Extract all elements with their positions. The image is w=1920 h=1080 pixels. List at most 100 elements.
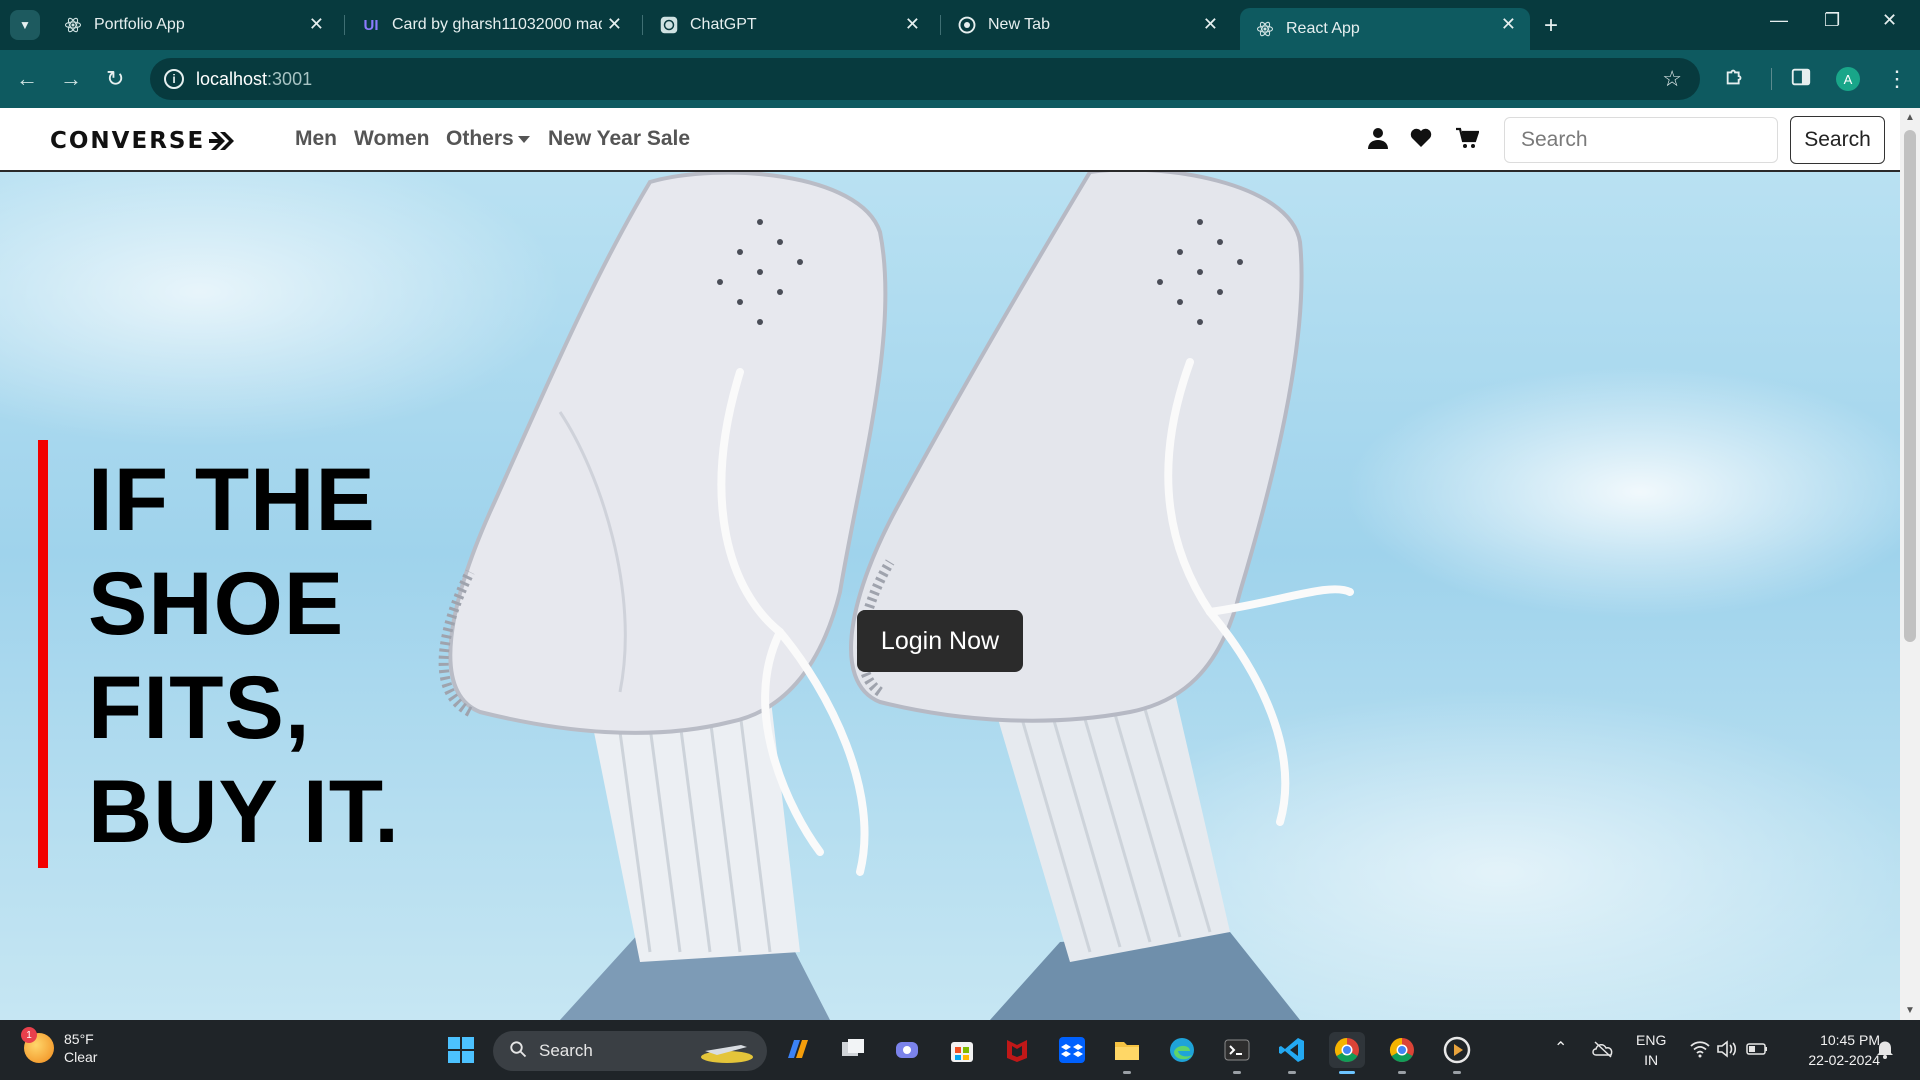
- tab-separator: [940, 15, 941, 35]
- nav-link-men[interactable]: Men: [295, 127, 337, 151]
- search-icon: [509, 1040, 527, 1063]
- page-viewport: CONVERSE Men Women Others New Year Sale …: [0, 108, 1900, 1020]
- weather-widget[interactable]: 1 85°F Clear: [21, 1027, 98, 1066]
- caret-down-icon: [517, 135, 530, 143]
- chevron-up-icon[interactable]: ⌃: [1554, 1038, 1567, 1058]
- tab-uiverse-card[interactable]: UI Card by gharsh11032000 made ✕: [346, 8, 636, 42]
- extensions-puzzle-icon[interactable]: [1724, 66, 1746, 94]
- hero-slogan: IF THE SHOE FITS, BUY IT.: [88, 447, 400, 863]
- tab-chatgpt[interactable]: ChatGPT ✕: [644, 8, 934, 42]
- mcafee-icon[interactable]: [999, 1032, 1035, 1068]
- side-panel-icon[interactable]: [1790, 66, 1812, 94]
- close-icon[interactable]: ✕: [905, 14, 920, 35]
- wifi-icon[interactable]: [1690, 1040, 1710, 1061]
- microsoft-store-icon[interactable]: [944, 1032, 980, 1068]
- close-icon[interactable]: ✕: [309, 14, 324, 35]
- chrome-taskbar-icon[interactable]: [1329, 1032, 1365, 1074]
- nav-dropdown-others[interactable]: Others: [446, 127, 530, 151]
- menu-kebab-icon[interactable]: ⋮: [1886, 66, 1908, 92]
- slogan-line: BUY IT.: [88, 761, 400, 861]
- profile-avatar[interactable]: A: [1836, 67, 1860, 91]
- tab-portfolio-app[interactable]: Portfolio App ✕: [48, 8, 338, 42]
- tab-title: Portfolio App: [94, 16, 185, 33]
- bookmark-star-icon[interactable]: ☆: [1662, 66, 1682, 92]
- language-indicator[interactable]: ENG IN: [1636, 1030, 1666, 1070]
- hero-banner: IF THE SHOE FITS, BUY IT. Login Now: [0, 172, 1900, 1020]
- uiverse-icon: UI: [363, 16, 379, 34]
- close-icon[interactable]: ✕: [1203, 14, 1218, 35]
- page-scrollbar[interactable]: ▲ ▼: [1900, 108, 1920, 1020]
- tab-new-tab[interactable]: New Tab ✕: [942, 8, 1232, 42]
- window-close-icon[interactable]: ✕: [1882, 10, 1897, 31]
- reload-icon[interactable]: ↻: [106, 66, 124, 92]
- tab-separator: [344, 15, 345, 35]
- brand-logo[interactable]: CONVERSE: [50, 128, 235, 154]
- tab-title: React App: [1286, 20, 1360, 37]
- file-explorer-icon[interactable]: [1109, 1032, 1145, 1074]
- chrome-icon: [958, 16, 976, 34]
- tab-react-app[interactable]: React App ✕: [1240, 8, 1530, 50]
- scroll-up-arrow-icon[interactable]: ▲: [1905, 112, 1915, 123]
- copilot-icon[interactable]: [780, 1032, 816, 1068]
- slogan-line: IF THE: [88, 449, 376, 549]
- restore-icon[interactable]: ❐: [1824, 10, 1840, 31]
- close-icon[interactable]: ✕: [607, 14, 622, 35]
- user-icon[interactable]: [1366, 126, 1390, 150]
- site-info-icon[interactable]: i: [164, 69, 184, 89]
- site-navbar: CONVERSE Men Women Others New Year Sale …: [0, 108, 1900, 172]
- teams-icon[interactable]: [889, 1032, 925, 1068]
- task-view-icon[interactable]: [835, 1032, 871, 1068]
- back-arrow-icon[interactable]: ←: [16, 66, 38, 92]
- scroll-down-arrow-icon[interactable]: ▼: [1905, 1005, 1915, 1016]
- tab-separator: [642, 15, 643, 35]
- dropbox-icon[interactable]: [1054, 1032, 1090, 1068]
- browser-toolbar: ← → ↻ i localhost:3001 ☆ ⋮: [0, 50, 1920, 108]
- converse-arrow-icon: [209, 132, 235, 150]
- volume-icon[interactable]: [1716, 1040, 1738, 1061]
- weather-sun-icon: 1: [21, 1027, 54, 1063]
- tab-title: ChatGPT: [690, 16, 757, 33]
- weather-condition: Clear: [64, 1049, 98, 1065]
- media-player-icon[interactable]: [1439, 1032, 1475, 1074]
- vscode-icon[interactable]: [1274, 1032, 1310, 1074]
- login-now-button[interactable]: Login Now: [857, 610, 1023, 672]
- slogan-accent-bar: [38, 440, 48, 868]
- new-tab-button[interactable]: +: [1544, 12, 1558, 40]
- tab-search-button[interactable]: ▼: [10, 10, 40, 40]
- nav-link-women[interactable]: Women: [354, 127, 429, 151]
- tab-title: New Tab: [988, 16, 1050, 33]
- slogan-line: SHOE: [88, 553, 345, 653]
- taskbar-search[interactable]: Search: [493, 1031, 767, 1071]
- react-icon: [1256, 20, 1274, 38]
- search-button[interactable]: Search: [1790, 116, 1885, 164]
- cart-icon[interactable]: [1455, 126, 1480, 150]
- close-icon[interactable]: ✕: [1501, 14, 1516, 35]
- forward-arrow-icon[interactable]: →: [60, 66, 82, 92]
- search-highlight-icon: [697, 1039, 755, 1070]
- notification-badge: 1: [21, 1027, 37, 1043]
- terminal-icon[interactable]: [1219, 1032, 1255, 1074]
- minimize-icon[interactable]: —: [1770, 10, 1788, 31]
- battery-icon[interactable]: [1746, 1042, 1768, 1059]
- chrome-profile-icon[interactable]: [1384, 1032, 1420, 1074]
- slogan-line: FITS,: [88, 657, 311, 757]
- windows-logo-icon: [448, 1037, 474, 1063]
- react-icon: [64, 16, 82, 34]
- nav-link-new-year-sale[interactable]: New Year Sale: [548, 127, 690, 151]
- heart-icon[interactable]: [1409, 126, 1433, 150]
- edge-icon[interactable]: [1164, 1032, 1200, 1068]
- notifications-bell-icon[interactable]: [1876, 1039, 1894, 1062]
- scrollbar-thumb[interactable]: [1904, 130, 1916, 642]
- system-clock[interactable]: 10:45 PM 22-02-2024: [1780, 1030, 1880, 1070]
- url-text: localhost:3001: [196, 69, 313, 89]
- browser-tab-bar: ▼ Portfolio App ✕ UI Card by gharsh11032…: [0, 0, 1920, 50]
- toolbar-divider: [1771, 68, 1772, 90]
- windows-taskbar: 1 85°F Clear Search ⌃ ENG IN 10:45 PM 22…: [0, 1020, 1920, 1080]
- address-bar[interactable]: i localhost:3001 ☆: [150, 58, 1700, 100]
- chatgpt-icon: [660, 16, 678, 34]
- onedrive-offline-icon[interactable]: [1592, 1040, 1614, 1061]
- search-input[interactable]: [1504, 117, 1778, 163]
- start-button[interactable]: [443, 1032, 479, 1068]
- tab-title: Card by gharsh11032000 made: [392, 16, 602, 33]
- weather-temperature: 85°F: [64, 1031, 94, 1047]
